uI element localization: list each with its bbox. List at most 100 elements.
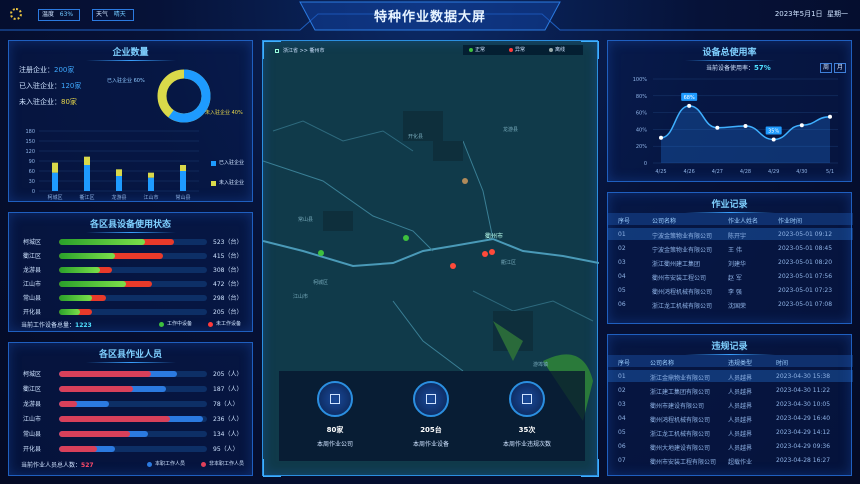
- nonwork-bar-fill: [59, 431, 131, 437]
- personnel-row-name: 江山市: [23, 416, 42, 423]
- table-row[interactable]: 01 宁波金策物业有限公司 陈开宇 2023-05-01 09:12: [608, 228, 853, 240]
- warning-icon: [509, 381, 545, 417]
- table-cell: 2023-04-29 14:12: [776, 429, 831, 436]
- idle-dot-icon: [208, 322, 213, 327]
- table-header-cell: 时间: [776, 360, 789, 367]
- table-cell: 2023-04-30 10:05: [776, 401, 831, 408]
- table-cell: 07: [618, 457, 626, 464]
- personnel-bar: [59, 446, 207, 452]
- callout-label: 68%: [684, 95, 695, 101]
- table-row[interactable]: 06 浙江龙工机械有限公司 沈国荣 2023-05-01 07:08: [608, 298, 853, 310]
- bar: [84, 165, 90, 191]
- x-tick-label: 4/27: [712, 169, 723, 175]
- table-cell: 浙江衢州建工集团: [652, 261, 701, 268]
- weekday-text: 星期一: [827, 10, 848, 18]
- stat-label: 本周作业公司: [316, 441, 353, 448]
- temperature-pill: 温度 63%: [38, 9, 80, 21]
- registered-label: 注册企业：: [19, 66, 54, 74]
- equipment-bar: [59, 239, 207, 245]
- place-label: 常山县: [298, 217, 314, 223]
- bar: [148, 172, 154, 178]
- table-cell: 04: [618, 415, 626, 422]
- weather-pill: 天气 晴天: [92, 9, 134, 21]
- joined-value: 120家: [61, 82, 82, 90]
- table-cell: 2023-04-30 11:22: [776, 387, 831, 394]
- usage-point: [743, 124, 748, 129]
- icon-glyph: [330, 394, 340, 404]
- table-cell: 陈开宇: [728, 233, 747, 240]
- table-cell: 2023-04-29 16:40: [776, 415, 831, 422]
- date-display: 2023年5月1日 星期一: [775, 9, 848, 19]
- table-cell: 2023-04-28 16:27: [776, 457, 831, 464]
- equipment-row-value: 415（台）: [213, 253, 243, 260]
- equipment-row-value: 472（台）: [213, 281, 243, 288]
- usage-point: [771, 137, 776, 142]
- personnel-row-value: 134（人）: [213, 431, 243, 438]
- equipment-row-value: 308（台）: [213, 267, 243, 274]
- bar: [180, 171, 186, 191]
- equipment-bar: [59, 295, 207, 301]
- map-breadcrumb[interactable]: 浙江省 >> 衢州市: [283, 47, 325, 54]
- bar: [180, 165, 186, 171]
- table-row[interactable]: 01 浙江金鼎物业有限公司 人员越界 2023-04-30 15:38: [608, 370, 853, 382]
- personnel-row-name: 柯城区: [23, 371, 42, 378]
- table-row[interactable]: 03 衢州市建设有限公司 人员越界 2023-04-30 10:05: [608, 398, 853, 410]
- place-label: 衢江区: [501, 260, 517, 266]
- table-cell: 衢州大地建设有限公司: [650, 445, 711, 452]
- usage-line-chart: 100% 80% 60% 40% 20% 0 4/25 4/26 4/27 4/28 4/29 4/3…: [633, 77, 838, 175]
- y-tick-label: 90: [29, 159, 35, 165]
- violation-records-title: 违规记录: [608, 339, 851, 355]
- table-row[interactable]: 05 衢州鸿程机械有限公司 李 强 2023-05-01 07:23: [608, 284, 853, 296]
- legend-not-joined: 未入驻企业: [219, 180, 245, 186]
- table-cell: 06: [618, 301, 626, 308]
- personnel-total: 当前作业人员总人数：527: [21, 460, 94, 469]
- personnel-bar: [59, 431, 207, 437]
- table-cell: 人员越界: [728, 417, 753, 424]
- table-cell: 王 伟: [728, 247, 742, 254]
- table-header-cell: 序号: [618, 360, 631, 367]
- nonwork-bar-fill: [59, 446, 98, 452]
- table-row[interactable]: 06 衢州大地建设有限公司 人员越界 2023-04-29 09:36: [608, 440, 853, 452]
- map-panel[interactable]: 浙江省 >> 衢州市 正常 异常 离线 衢州市 开化县 江山市 常山县 龙游县 …: [262, 40, 599, 477]
- legend-work: 本职工作人员: [155, 461, 186, 467]
- weather-label: 天气: [96, 11, 109, 18]
- table-row[interactable]: 04 衢州市安装工程公司 赵 军 2023-05-01 07:56: [608, 270, 853, 282]
- x-tick-label: 江山市: [143, 194, 158, 201]
- table-cell: 衢州鸿程机械有限公司: [652, 289, 713, 296]
- table-row[interactable]: 04 衢州鸿程机械有限公司 人员越界 2023-04-29 16:40: [608, 412, 853, 424]
- y-tick-label: 30: [29, 179, 35, 185]
- work-records-title: 作业记录: [608, 197, 851, 213]
- table-cell: 宁波金策物业有限公司: [652, 233, 713, 240]
- x-tick-label: 5/1: [826, 169, 834, 175]
- table-row[interactable]: 05 浙江龙工机械有限公司 人员越界 2023-04-29 14:12: [608, 426, 853, 438]
- y-tick-label: 150: [25, 139, 35, 145]
- y-tick-label: 120: [25, 149, 35, 155]
- map-legend: 正常 异常 离线: [463, 45, 583, 55]
- offline-dot-icon: [549, 48, 553, 52]
- joined-count: 已入驻企业：120家: [19, 81, 81, 91]
- y-tick-label: 40%: [636, 127, 647, 133]
- nonwork-bar-fill: [59, 386, 133, 392]
- not-joined-label: 未入驻企业：: [19, 98, 61, 106]
- x-tick-label: 4/30: [796, 169, 807, 175]
- violation-records-table: 序号 公司名称 违规类型 时间 01 浙江金鼎物业有限公司 人员越界 2023-04-30 1…: [608, 355, 853, 475]
- equipment-row-name: 开化县: [23, 309, 42, 316]
- violation-records-panel: 违规记录 序号 公司名称 违规类型 时间 01 浙江金鼎物业有限公司 人员越界 2023-04…: [607, 334, 853, 476]
- table-cell: 2023-05-01 07:23: [778, 287, 833, 294]
- table-row[interactable]: 02 浙江建工集团有限公司 人员越界 2023-04-30 11:22: [608, 384, 853, 396]
- table-cell: 01: [618, 231, 626, 238]
- equipment-total: 当前工作设备总量：1223: [21, 320, 92, 329]
- usage-point: [687, 103, 692, 108]
- y-tick-label: 0: [644, 161, 647, 167]
- personnel-row-value: 187（人）: [213, 386, 243, 393]
- personnel-row-value: 78（人）: [213, 401, 239, 408]
- table-row[interactable]: 07 衢州市安装工程有限公司 超载作业 2023-04-28 16:27: [608, 454, 853, 466]
- y-tick-label: 0: [32, 189, 35, 195]
- equipment-row-value: 205（台）: [213, 309, 243, 316]
- table-row[interactable]: 03 浙江衢州建工集团 刘建华 2023-05-01 08:20: [608, 256, 853, 268]
- table-row[interactable]: 02 宁波金策物业有限公司 王 伟 2023-05-01 08:45: [608, 242, 853, 254]
- personnel-row-value: 95（人）: [213, 446, 239, 453]
- table-cell: 人员越界: [728, 389, 753, 396]
- personnel-bar: [59, 401, 207, 407]
- nonwork-dot-icon: [201, 462, 206, 467]
